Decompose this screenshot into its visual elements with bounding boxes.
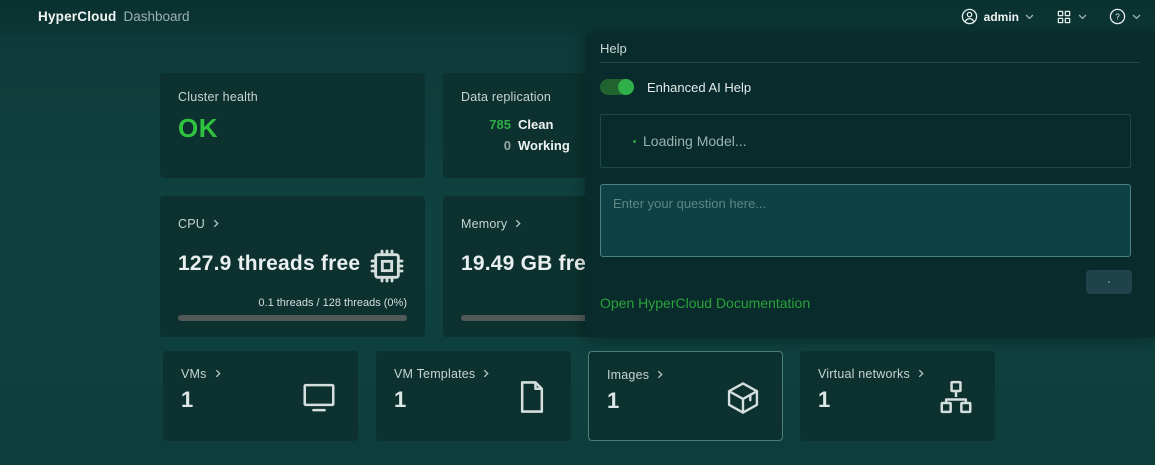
cluster-health-status: OK	[178, 113, 218, 144]
data-replication-rows: 785 Clean 0 Working	[461, 117, 570, 153]
cpu-free-headline: 127.9 threads free	[178, 252, 360, 276]
user-icon	[961, 8, 978, 25]
chevron-right-icon	[212, 217, 220, 231]
cpu-card-link[interactable]: CPU	[178, 217, 220, 231]
virtual-networks-card: Virtual networks 1	[800, 351, 995, 441]
help-icon: ?	[1109, 8, 1126, 25]
clean-count: 785	[461, 117, 511, 132]
cluster-health-card: Cluster health OK	[160, 73, 425, 178]
vm-templates-count: 1	[394, 387, 406, 413]
images-count: 1	[607, 388, 619, 414]
data-replication-label: Data replication	[461, 90, 551, 104]
chevron-right-icon	[482, 367, 490, 381]
svg-text:?: ?	[1115, 12, 1120, 21]
help-panel-title: Help	[600, 41, 627, 56]
cpu-card: CPU 127.9 threads free 0.1 threads / 128…	[160, 196, 425, 337]
hypercloud-dashboard: HyperCloud Dashboard admin	[0, 0, 1155, 465]
chevron-down-icon	[1025, 14, 1034, 20]
package-box-icon	[724, 379, 762, 422]
chevron-right-icon	[656, 368, 664, 382]
user-menu[interactable]: admin	[961, 8, 1034, 25]
document-icon	[513, 378, 551, 421]
memory-card-link[interactable]: Memory	[461, 217, 522, 231]
chevron-right-icon	[514, 217, 522, 231]
documentation-link[interactable]: Open HyperCloud Documentation	[600, 295, 810, 311]
cluster-health-label: Cluster health	[178, 90, 258, 104]
enhanced-ai-toggle[interactable]	[600, 79, 634, 95]
help-panel: Help Enhanced AI Help Loading Model... O…	[585, 33, 1155, 337]
enhanced-ai-toggle-label: Enhanced AI Help	[647, 80, 751, 95]
loading-spinner-icon	[633, 140, 636, 143]
clean-label: Clean	[518, 117, 553, 132]
send-spinner-icon	[1108, 281, 1110, 283]
monitor-icon	[300, 378, 338, 421]
user-menu-label: admin	[984, 10, 1019, 24]
cpu-progress-bar	[178, 315, 407, 321]
replication-working-row: 0 Working	[461, 138, 570, 153]
apps-grid-icon	[1056, 9, 1072, 25]
network-tree-icon	[937, 378, 975, 421]
vm-templates-card-link[interactable]: VM Templates	[394, 367, 490, 381]
help-menu[interactable]: ?	[1109, 8, 1141, 25]
page-title: Dashboard	[124, 9, 190, 24]
brand-logo: HyperCloud	[38, 9, 117, 24]
vms-count: 1	[181, 387, 193, 413]
ai-help-toggle-row: Enhanced AI Help	[600, 79, 751, 95]
images-card-link[interactable]: Images	[607, 368, 664, 382]
topbar-menus: admin	[939, 8, 1141, 25]
apps-menu[interactable]	[1056, 9, 1087, 25]
send-button[interactable]	[1086, 270, 1132, 294]
virtual-networks-count: 1	[818, 387, 830, 413]
chevron-down-icon	[1078, 14, 1087, 20]
model-status-text: Loading Model...	[643, 133, 747, 149]
chevron-right-icon	[214, 367, 222, 381]
vm-templates-card: VM Templates 1	[376, 351, 571, 441]
vms-card: VMs 1	[163, 351, 358, 441]
cpu-usage-text: 0.1 threads / 128 threads (0%)	[258, 297, 407, 309]
help-panel-divider	[600, 62, 1140, 63]
question-input[interactable]	[600, 184, 1131, 257]
memory-free-headline: 19.49 GB free	[461, 252, 598, 276]
vms-card-link[interactable]: VMs	[181, 367, 222, 381]
topbar: HyperCloud Dashboard admin	[0, 0, 1155, 33]
toggle-knob	[618, 79, 634, 95]
cpu-chip-icon	[367, 246, 407, 291]
working-label: Working	[518, 138, 570, 153]
images-card[interactable]: Images 1	[588, 351, 783, 441]
chevron-right-icon	[917, 367, 925, 381]
working-count: 0	[461, 138, 511, 153]
model-status-box: Loading Model...	[600, 114, 1131, 168]
replication-clean-row: 785 Clean	[461, 117, 570, 132]
chevron-down-icon	[1132, 14, 1141, 20]
virtual-networks-card-link[interactable]: Virtual networks	[818, 367, 925, 381]
